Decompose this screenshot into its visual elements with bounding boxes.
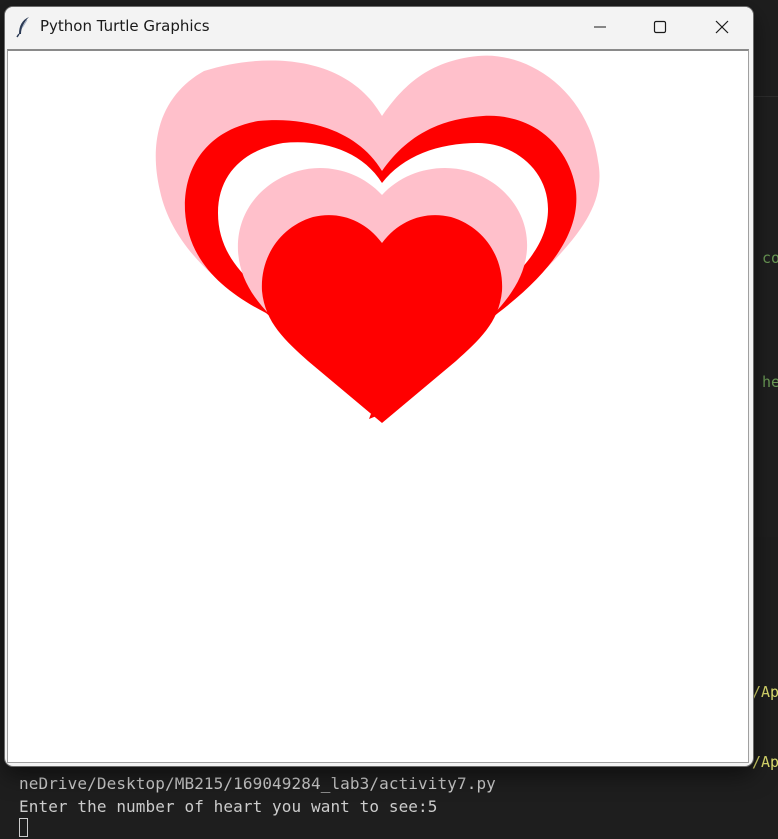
turtle-canvas[interactable]: [7, 49, 749, 763]
terminal-prompt-line: Enter the number of heart you want to se…: [19, 797, 438, 816]
terminal-path-line: neDrive/Desktop/MB215/169049284_lab3/act…: [19, 774, 496, 793]
close-button[interactable]: [693, 7, 751, 47]
minimize-icon: [594, 26, 606, 28]
close-icon: [715, 20, 729, 34]
maximize-button[interactable]: [631, 7, 689, 47]
heart-shape: [261, 215, 503, 423]
feather-icon: [16, 16, 32, 38]
turtle-window[interactable]: Python Turtle Graphics: [5, 7, 753, 766]
maximize-icon: [653, 20, 667, 34]
title-bar[interactable]: Python Turtle Graphics: [5, 7, 753, 47]
editor-snippet: co: [762, 249, 778, 267]
editor-panel-background: [752, 96, 778, 537]
heart-drawing: [155, 55, 600, 423]
terminal-path-fragment: /Ap: [752, 683, 778, 701]
editor-snippet: he: [762, 373, 778, 391]
window-title: Python Turtle Graphics: [40, 17, 210, 35]
terminal-cursor[interactable]: [19, 818, 28, 837]
terminal-path-fragment: /Ap: [752, 753, 778, 771]
minimize-button[interactable]: [571, 7, 629, 47]
